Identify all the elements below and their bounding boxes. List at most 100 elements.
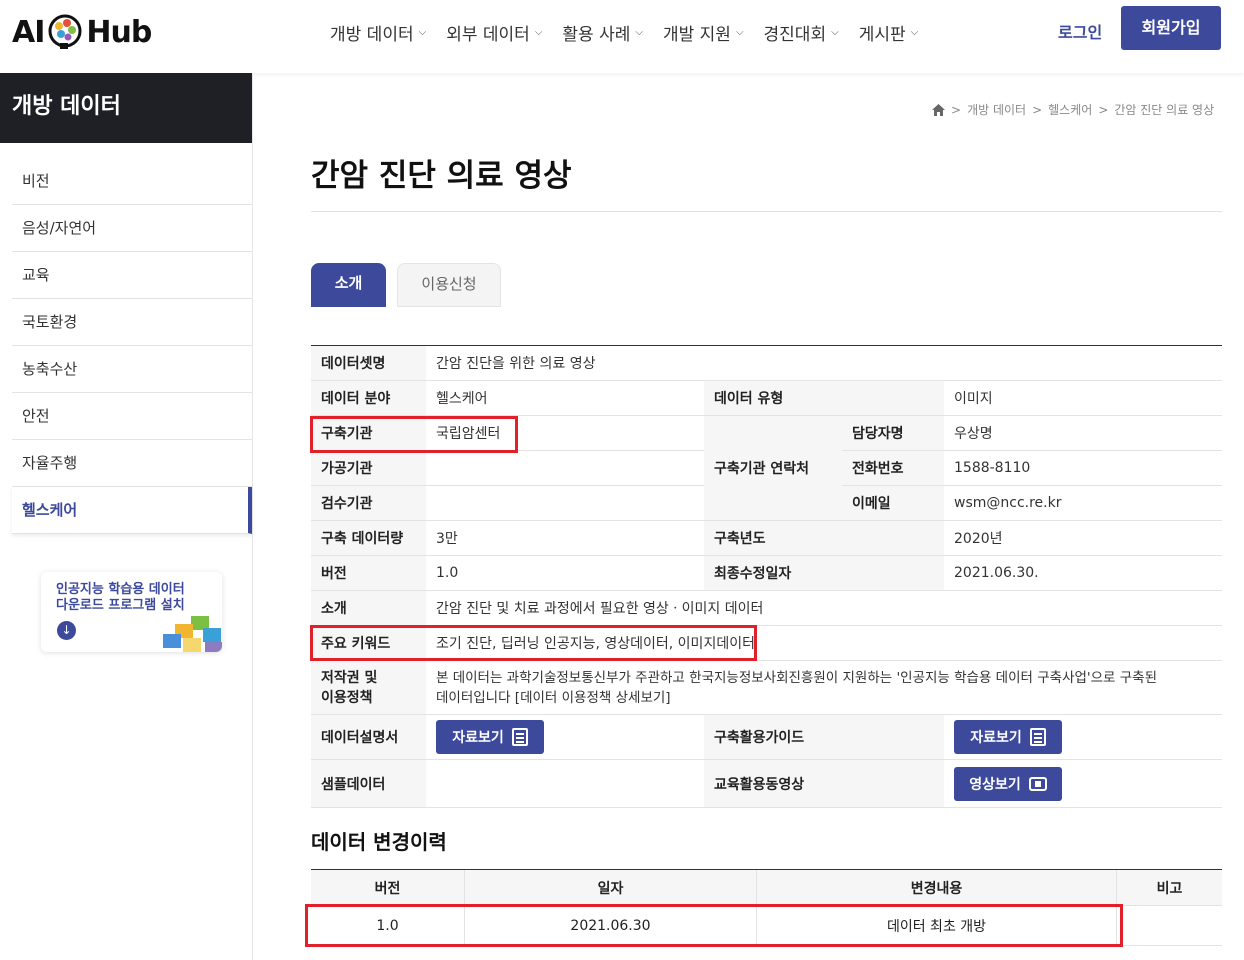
value-phone: 1588-8110 [944,451,1222,486]
title-divider [311,211,1222,212]
tab-intro[interactable]: 소개 [311,263,386,307]
label-phone: 전화번호 [842,451,944,486]
label-data-amount: 구축 데이터량 [311,521,426,556]
sidebar-menu: 비전 음성/자연어 교육 국토환경 농축수산 안전 자율주행 헬스케어 [12,158,252,534]
breadcrumb-healthcare[interactable]: 헬스케어 [1048,101,1092,118]
nav-label: 외부 데이터 [446,24,530,45]
promo-line-1: 인공지능 학습용 데이터 [56,582,185,597]
value-build-year: 2020년 [944,521,1222,556]
main-nav: 개방 데이터 ⌵ 외부 데이터 ⌵ 활용 사례 ⌵ 개발 지원 ⌵ 경진대회 ⌵ 게시판 ⌵ [330,20,938,45]
label-version: 버전 [311,556,426,591]
label-dataset-name: 데이터셋명 [311,346,426,381]
history-title: 데이터 변경이력 [311,830,447,854]
value-version: 1.0 [426,556,704,591]
history-header-change: 변경내용 [756,870,1116,906]
label-manager: 담당자명 [842,416,944,451]
value-last-modified: 2021.06.30. [944,556,1222,591]
label-copyright: 저작권 및 이용정책 [311,661,426,715]
label-org-contact: 구축기관 연락처 [704,416,842,521]
breadcrumb: > 개방 데이터 > 헬스케어 > 간암 진단 의료 영상 [932,101,1214,118]
label-copyright-line2: 이용정책 [321,689,373,706]
nav-board[interactable]: 게시판 ⌵ [858,20,919,45]
nav-label: 개발 지원 [662,24,731,45]
data-policy-link[interactable]: 데이터입니다 [데이터 이용정책 상세보기] [436,688,671,708]
view-video-button[interactable]: 영상보기 [954,766,1062,801]
manual-cell: 자료보기 [426,715,704,760]
label-edu-video: 교육활용동영상 [704,760,944,808]
nav-use-cases[interactable]: 활용 사례 ⌵ [562,20,643,45]
sidebar-item-autonomous-driving[interactable]: 자율주행 [12,440,252,487]
chevron-down-icon: ⌵ [831,26,839,38]
view-manual-button[interactable]: 자료보기 [436,720,544,754]
document-icon [511,728,528,746]
history-row-note [1116,906,1222,946]
breadcrumb-current: 간암 진단 의료 영상 [1114,103,1215,117]
history-header-date: 일자 [464,870,756,906]
sidebar-item-education[interactable]: 교육 [12,252,252,299]
logo-hub-text: Hub [86,14,152,50]
nav-label: 개방 데이터 [330,24,414,45]
value-email: wsm@ncc.re.kr [944,486,1222,521]
label-copyright-line1: 저작권 및 [321,669,378,686]
history-header-version: 버전 [311,870,464,906]
sidebar-item-vision[interactable]: 비전 [12,158,252,205]
nav-label: 게시판 [858,24,906,45]
sidebar-item-agriculture[interactable]: 농축수산 [12,346,252,393]
label-sample-data: 샘플데이터 [311,760,426,808]
top-header: AI Hub 개방 데이터 ⌵ 외부 데이터 ⌵ 활용 사례 ⌵ 개발 지원 ⌵ 경진대… [0,0,1244,73]
document-icon [1029,728,1046,746]
brain-logo-icon [48,14,82,49]
view-manual-label: 자료보기 [452,730,504,746]
sidebar-item-healthcare[interactable]: 헬스케어 [12,487,252,534]
guide-cell: 자료보기 [944,715,1222,760]
value-sample-data [426,760,704,808]
chevron-down-icon: ⌵ [735,26,744,38]
nav-label: 활용 사례 [562,24,631,45]
history-header-note: 비고 [1116,870,1222,906]
sidebar-item-safety[interactable]: 안전 [12,393,252,440]
sidebar-title: 개방 데이터 [0,73,252,143]
view-video-label: 영상보기 [969,776,1021,793]
download-program-banner[interactable]: 인공지능 학습용 데이터 다운로드 프로그램 설치 ↓ [41,572,222,652]
aihub-logo[interactable]: AI Hub [12,12,152,52]
label-build-guide: 구축활용가이드 [704,715,944,760]
login-link[interactable]: 로그인 [1058,19,1102,43]
label-data-type: 데이터 유형 [704,381,944,416]
label-email: 이메일 [842,486,944,521]
logo-ai-text: AI [12,14,45,50]
nav-external-data[interactable]: 외부 데이터 ⌵ [446,20,543,45]
label-intro: 소개 [311,591,426,626]
download-arrow-icon: ↓ [57,621,76,640]
view-guide-button[interactable]: 자료보기 [954,720,1062,754]
chevron-down-icon: ⌵ [910,26,919,38]
value-dataset-name: 간암 진단을 위한 의료 영상 [426,346,1222,381]
nav-open-data[interactable]: 개방 데이터 ⌵ [330,20,426,45]
nav-contest[interactable]: 경진대회 ⌵ [763,20,839,45]
sidebar-item-speech-nlp[interactable]: 음성/자연어 [12,205,252,252]
view-guide-label: 자료보기 [970,730,1022,746]
signup-button[interactable]: 회원가입 [1121,6,1221,50]
value-data-field: 헬스케어 [426,381,704,416]
tab-apply[interactable]: 이용신청 [397,263,501,307]
video-play-icon [1028,776,1047,791]
home-icon[interactable] [932,103,945,116]
highlight-build-org [310,416,518,453]
label-processing-org: 가공기관 [311,451,426,486]
sidebar-divider [252,73,253,960]
sidebar-item-land-environment[interactable]: 국토환경 [12,299,252,346]
value-processing-org [426,451,704,486]
label-inspection-org: 검수기관 [311,486,426,521]
label-last-modified: 최종수정일자 [704,556,944,591]
breadcrumb-open-data[interactable]: 개방 데이터 [967,101,1026,118]
chevron-down-icon: ⌵ [534,26,543,38]
label-data-manual: 데이터설명서 [311,715,426,760]
value-manager: 우상명 [944,416,1222,451]
value-inspection-org [426,486,704,521]
nav-dev-support[interactable]: 개발 지원 ⌵ [662,20,744,45]
breadcrumb-separator: > [1032,102,1043,117]
edu-video-cell: 영상보기 [944,760,1222,808]
breadcrumb-separator: > [1098,102,1109,117]
value-copyright: 본 데이터는 과학기술정보통신부가 주관하고 한국지능정보사회진흥원이 지원하는… [426,661,1222,715]
nav-label: 경진대회 [763,24,827,45]
page-title: 간암 진단 의료 영상 [311,158,572,194]
